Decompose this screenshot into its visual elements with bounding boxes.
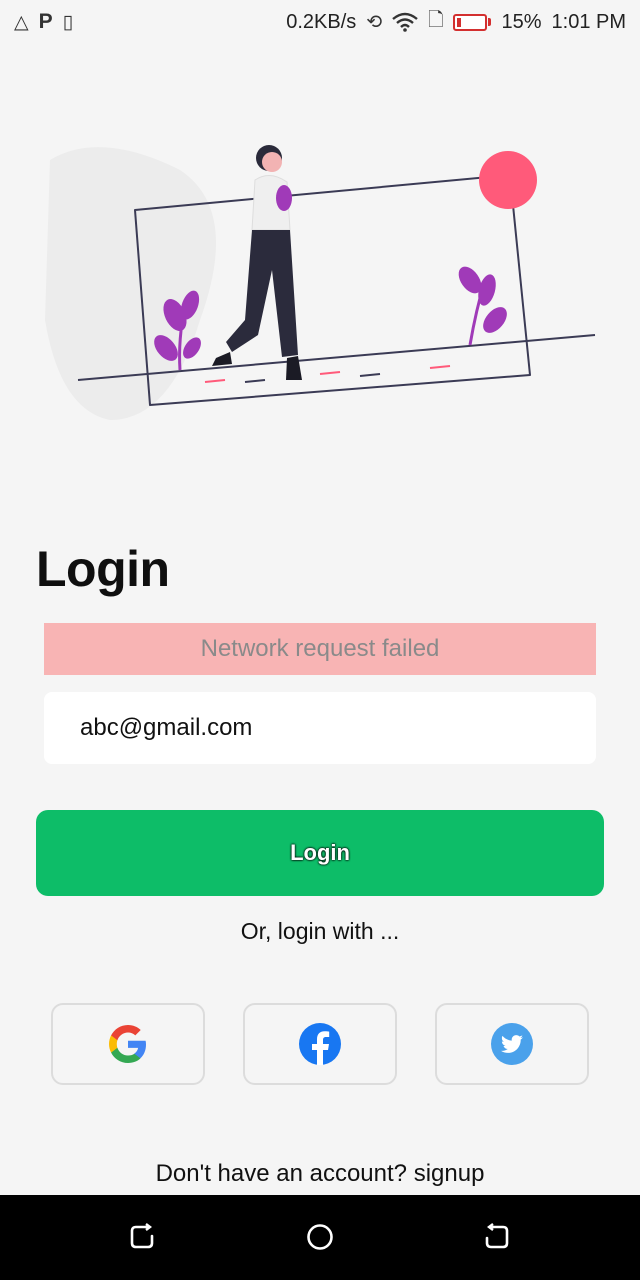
signup-link[interactable]: signup [414, 1160, 485, 1187]
twitter-icon [491, 1023, 533, 1065]
page-title: Login [36, 541, 170, 597]
signup-prompt: Don't have an account? [155, 1160, 408, 1187]
status-left-icons: △ P ▯ [14, 10, 73, 34]
email-field[interactable] [44, 692, 596, 764]
navigation-bar [0, 1195, 640, 1280]
battery-percent: 15% [501, 10, 542, 33]
login-button[interactable]: Login [36, 810, 604, 896]
error-message: Network request failed [200, 635, 440, 662]
or-login-with-text: Or, login with ... [240, 918, 400, 944]
twitter-login-button[interactable] [435, 1003, 589, 1085]
google-login-button[interactable] [51, 1003, 205, 1085]
recent-apps-button[interactable] [477, 1217, 517, 1257]
warning-triangle-icon: △ [14, 11, 29, 33]
network-speed: 0.2KB/s [286, 10, 357, 33]
facebook-icon [299, 1023, 341, 1065]
status-right-icons: 0.2KB/s ⟲ 🗋 15% 1:01 PM [286, 6, 626, 38]
wifi-icon [392, 12, 418, 32]
parking-icon: P [38, 10, 53, 33]
sim-alert-icon: ▯ [62, 11, 74, 33]
battery-icon [453, 13, 492, 31]
login-illustration [45, 145, 596, 420]
back-button[interactable] [122, 1217, 162, 1257]
facebook-login-button[interactable] [243, 1003, 397, 1085]
recent-apps-icon [485, 1223, 509, 1249]
status-bar: △ P ▯ 0.2KB/s ⟲ 🗋 15% 1:01 PM [0, 0, 640, 44]
back-icon [130, 1223, 154, 1249]
clock: 1:01 PM [551, 10, 626, 33]
error-banner: Network request failed [44, 623, 596, 675]
home-icon [307, 1224, 333, 1250]
document-icon: 🗋 [428, 9, 444, 31]
rotate-icon: ⟲ [366, 11, 383, 33]
google-icon [109, 1025, 146, 1063]
home-button[interactable] [300, 1217, 340, 1257]
login-button-label: Login [290, 840, 350, 865]
signup-row: Don't have an account? signup [0, 1160, 640, 1188]
